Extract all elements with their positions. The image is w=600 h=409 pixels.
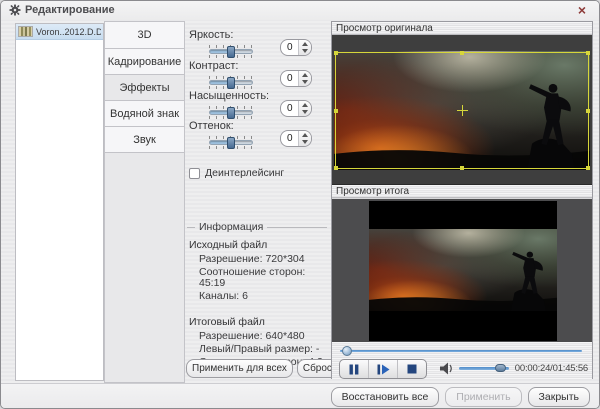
playback-controls: 00:00:24/01:45:56 (332, 358, 592, 380)
volume-handle[interactable] (495, 364, 506, 372)
slider-handle[interactable] (227, 137, 235, 149)
crop-handle[interactable] (334, 166, 338, 170)
original-video-frame (334, 51, 590, 170)
tab-column: 3D Кадрирование Эффекты Водяной знак Зву… (104, 21, 185, 383)
apply-all-button[interactable]: Применить для всех (186, 359, 293, 378)
seek-handle[interactable] (342, 346, 352, 356)
speaker-icon (440, 362, 454, 375)
titlebar[interactable]: Редактирование × (1, 1, 599, 20)
result-preview-header: Просмотр итога (332, 185, 592, 198)
slider-handle[interactable] (227, 107, 235, 119)
spinner-down-icon[interactable] (299, 79, 311, 87)
hue-spinbox[interactable]: 0 (280, 130, 312, 147)
effects-buttons-row: Применить для всех Сброс настроек (186, 359, 328, 378)
tab-sound[interactable]: Звук (105, 126, 184, 153)
result-preview-area (332, 198, 592, 342)
slider-handle[interactable] (227, 46, 235, 58)
result-video-frame (369, 201, 557, 341)
apply-button[interactable]: Применить (445, 387, 521, 407)
output-file-title: Итоговый файл (189, 316, 327, 328)
saturation-group: Насыщенность: 0 (189, 90, 325, 102)
saturation-slider[interactable]: 0 (209, 106, 253, 119)
spinner-up-icon[interactable] (299, 101, 311, 109)
close-button[interactable]: Закрыть (528, 387, 590, 407)
spinner-up-icon[interactable] (299, 131, 311, 139)
crosshair-icon[interactable] (457, 105, 468, 116)
hue-slider[interactable]: 0 (209, 136, 253, 149)
crop-handle[interactable] (460, 166, 464, 170)
info-line: Левый/Правый размер: - (199, 344, 327, 355)
tab-3d[interactable]: 3D (105, 22, 184, 49)
contrast-group: Контраст: 0 (189, 60, 325, 72)
file-list[interactable]: Voron..2012.D.DV... (15, 23, 104, 381)
contrast-slider[interactable]: 0 (209, 76, 253, 89)
footer-bar: Восстановить все Применить Закрыть (1, 383, 599, 409)
brightness-value: 0 (281, 40, 298, 55)
info-legend: Информация (187, 221, 327, 233)
crop-rectangle[interactable] (335, 52, 589, 169)
crop-handle[interactable] (334, 51, 338, 55)
time-display: 00:00:24/01:45:56 (515, 363, 588, 374)
crop-handle[interactable] (460, 51, 464, 55)
original-preview-header: Просмотр оригинала (332, 22, 592, 35)
source-file-title: Исходный файл (189, 239, 327, 251)
seek-bar-row (332, 342, 592, 358)
spinner-up-icon[interactable] (299, 71, 311, 79)
pause-button[interactable] (340, 360, 369, 378)
saturation-value: 0 (281, 101, 298, 116)
brightness-slider[interactable]: 0 (209, 45, 253, 58)
crop-handle[interactable] (586, 51, 590, 55)
tab-crop[interactable]: Кадрирование (105, 48, 184, 75)
stop-button[interactable] (398, 360, 426, 378)
tab-effects[interactable]: Эффекты (105, 74, 184, 101)
original-preview-area (332, 35, 592, 185)
slider-handle[interactable] (227, 77, 235, 89)
contrast-spinbox[interactable]: 0 (280, 70, 312, 87)
storm-scene (369, 229, 557, 311)
dialog-title: Редактирование (25, 4, 115, 16)
seek-slider[interactable] (340, 350, 582, 352)
crop-handle[interactable] (586, 166, 590, 170)
file-list-item-selected[interactable]: Voron..2012.D.DV... (16, 24, 103, 40)
stop-icon (407, 364, 417, 374)
step-play-icon (377, 364, 390, 375)
deinterlace-checkbox[interactable] (189, 168, 200, 179)
edit-dialog: Редактирование × Voron..2012.D.DV... 3D … (0, 0, 600, 409)
preview-panel: Просмотр оригинала (331, 21, 593, 379)
file-thumbnail (18, 26, 33, 37)
crop-handle[interactable] (334, 109, 338, 113)
spinner-down-icon[interactable] (299, 139, 311, 147)
info-line: Разрешение: 720*304 (199, 254, 327, 265)
hue-group: Оттенок: 0 (189, 120, 325, 132)
close-icon[interactable]: × (574, 2, 590, 18)
restore-all-button[interactable]: Восстановить все (331, 387, 440, 407)
tab-watermark[interactable]: Водяной знак (105, 100, 184, 127)
spinner-up-icon[interactable] (299, 40, 311, 48)
crop-handle[interactable] (586, 109, 590, 113)
gear-icon (9, 4, 21, 16)
hue-value: 0 (281, 131, 298, 146)
spinner-down-icon[interactable] (299, 109, 311, 117)
deinterlace-row: Деинтерлейсинг (189, 167, 284, 179)
brightness-group: Яркость: 0 (189, 29, 325, 41)
pause-icon (349, 364, 359, 375)
effects-panel: Яркость: 0 Контраст: 0 (185, 21, 329, 383)
deinterlace-label: Деинтерлейсинг (205, 167, 284, 179)
contrast-value: 0 (281, 71, 298, 86)
info-line: Каналы: 6 (199, 291, 327, 302)
step-play-button[interactable] (369, 360, 398, 378)
brightness-spinbox[interactable]: 0 (280, 39, 312, 56)
file-name: Voron..2012.D.DV... (36, 27, 101, 37)
info-line: Разрешение: 640*480 (199, 331, 327, 342)
saturation-spinbox[interactable]: 0 (280, 100, 312, 117)
info-line: Соотношение сторон: 45:19 (199, 267, 327, 288)
playback-button-group (339, 359, 427, 379)
spinner-down-icon[interactable] (299, 48, 311, 56)
volume-slider[interactable] (459, 367, 509, 370)
